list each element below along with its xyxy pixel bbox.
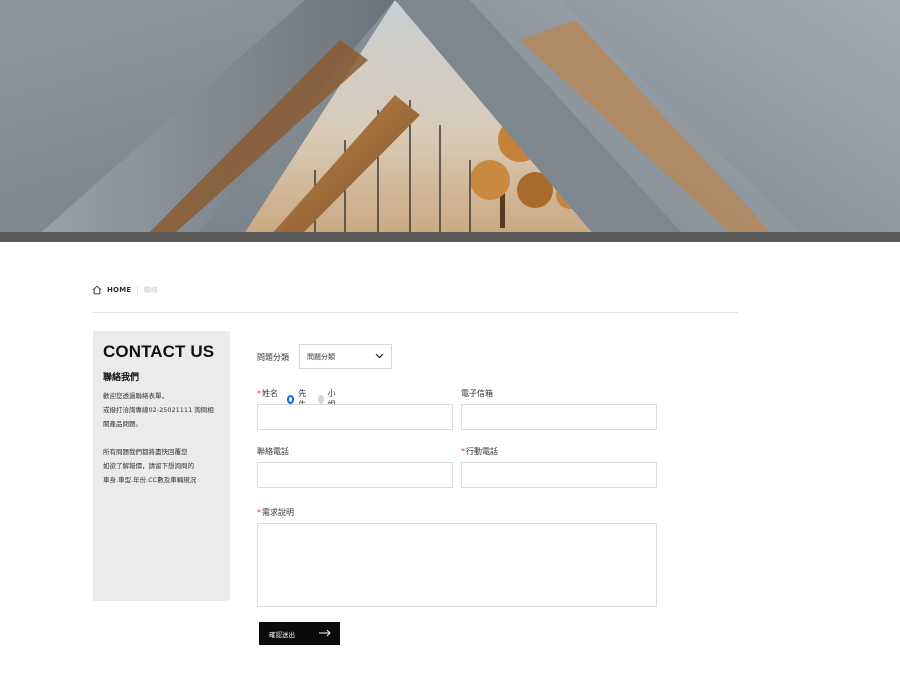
contact-title-zh: 聯絡我們 [103,373,140,383]
contact-info-panel: CONTACT US 聯絡我們 歡迎您透過聯絡表單， 或撥打洽詢專線02-250… [93,331,230,601]
mobile-label: *行動電話 [461,446,498,457]
intro-line: 或撥打洽詢專線02-25021111 詢問相 [103,406,214,414]
description-textarea[interactable] [257,523,657,607]
radio-ms[interactable] [317,394,324,404]
mobile-label-text: 行動電話 [466,447,498,456]
chevron-down-icon [375,353,384,359]
description-label-text: 需求說明 [262,508,294,517]
required-mark: * [257,389,261,398]
breadcrumb-separator: | [136,286,139,294]
contact-title-en: CONTACT US [103,342,215,361]
required-mark: * [257,508,261,517]
breadcrumb-home-link[interactable]: HOME [107,286,131,294]
breadcrumb: HOME | 聯絡 [92,285,158,295]
category-label: 問題分類 [257,353,289,362]
contact-quote-text: 所有問題我們都將盡快回覆您 如欲了解報價，請留下想詢問的 車身.車型.年份.CC… [103,445,220,487]
submit-button[interactable]: 確認送出 [259,622,340,645]
phone-field[interactable] [257,462,453,488]
submit-label: 確認送出 [269,630,295,639]
email-label: 電子信箱 [461,389,493,398]
breadcrumb-current: 聯絡 [143,286,158,294]
name-label-text: 姓名 [262,389,278,398]
hero-image [0,0,900,242]
mobile-field[interactable] [461,462,657,488]
category-select[interactable]: 問題分類 [299,344,392,369]
quote-line: 所有問題我們都將盡快回覆您 [103,448,188,456]
quote-line: 如欲了解報價，請留下想詢問的 [103,462,194,470]
name-field[interactable] [257,404,453,430]
quote-line: 車身.車型.年份.CC數及車輛現況 [103,476,197,484]
intro-line: 歡迎您透過聯絡表單， [103,392,168,400]
intro-line: 關產品問題。 [103,420,142,428]
description-label: *需求說明 [257,507,294,518]
breadcrumb-divider [92,312,738,313]
email-field[interactable] [461,404,657,430]
contact-intro-text: 歡迎您透過聯絡表單， 或撥打洽詢專線02-25021111 詢問相 關產品問題。 [103,389,220,431]
name-label: *姓名 [257,388,278,399]
required-mark: * [461,447,465,456]
arrow-right-icon [319,629,331,637]
category-select-value: 問題分類 [307,352,335,361]
phone-label: 聯絡電話 [257,447,289,456]
radio-mr[interactable] [287,394,295,404]
home-icon[interactable] [92,285,102,295]
hero-banner [0,0,900,242]
